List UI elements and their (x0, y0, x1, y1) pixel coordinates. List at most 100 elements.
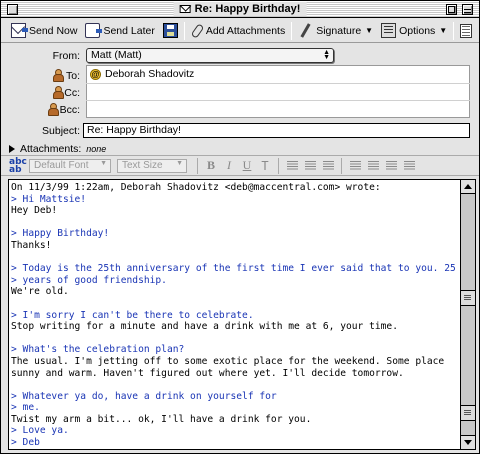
message-info-icon[interactable] (460, 23, 473, 38)
send-now-label: Send Now (29, 24, 78, 37)
person-icon (53, 86, 64, 99)
bold-button[interactable]: B (202, 158, 220, 174)
quoted-line: > What's the celebration plan? (11, 344, 185, 356)
person-icon (48, 103, 59, 116)
subject-label: Subject: (42, 125, 80, 137)
format-bar: abc ab Default Font ▼ Text Size ▼ B I U T (1, 155, 479, 176)
paperclip-icon (191, 23, 203, 38)
send-now-icon (11, 23, 28, 38)
quoted-line: > Deb (11, 437, 40, 449)
send-now-button[interactable]: Send Now (7, 21, 81, 41)
bullet-list-button[interactable] (364, 158, 382, 174)
options-menu[interactable]: Options ▼ (377, 21, 451, 41)
format-divider (341, 157, 342, 174)
body-line: sunny and warm. Haven't figured out wher… (11, 367, 404, 379)
updown-arrows-icon: ▲ ▼ (323, 49, 330, 61)
quoted-line: > Whatever ya do, have a drink on yourse… (11, 390, 277, 402)
disclosure-triangle-icon[interactable] (9, 145, 15, 153)
bullet-list-icon (367, 161, 379, 170)
quoted-line: > Today is the 25th anniversary of the f… (11, 263, 456, 275)
pen-icon (298, 23, 313, 38)
body-line: Thanks! (11, 239, 52, 251)
chevron-down-icon: ▼ (100, 159, 107, 167)
attachments-value: none (86, 144, 107, 154)
signature-menu[interactable]: Signature ▼ (294, 21, 377, 41)
align-center-button[interactable] (301, 158, 319, 174)
scroll-up-arrow-icon[interactable] (461, 180, 475, 194)
send-later-button[interactable]: Send Later (81, 21, 158, 41)
indent-button[interactable] (400, 158, 418, 174)
format-divider (278, 157, 279, 174)
body-line (11, 333, 460, 345)
title-bar[interactable]: Re: Happy Birthday! (1, 1, 479, 18)
chevron-down-icon: ▼ (439, 26, 448, 35)
to-value: Deborah Shadovitz (105, 68, 195, 80)
quoted-line: > Happy Birthday! (11, 228, 110, 240)
indent-icon (403, 161, 415, 170)
recipient-divider (86, 83, 470, 84)
signature-label: Signature (316, 24, 362, 37)
add-attachments-button[interactable]: Add Attachments (187, 21, 289, 41)
attachments-label: Attachments: (20, 143, 82, 155)
attachments-row[interactable]: Attachments: none (9, 143, 106, 155)
zoom-box[interactable] (446, 4, 457, 15)
italic-button[interactable]: I (220, 158, 238, 174)
at-sign-icon: @ (90, 68, 101, 80)
toolbar-divider (291, 21, 293, 40)
close-box[interactable] (7, 4, 18, 15)
compose-window: Re: Happy Birthday! Send Now Send Later … (0, 0, 480, 454)
message-body[interactable]: On 11/3/99 1:22am, Deborah Shadovitz <de… (8, 179, 461, 450)
align-center-icon (304, 161, 316, 170)
save-button[interactable] (159, 21, 182, 41)
send-later-icon (85, 23, 103, 38)
collapse-box[interactable] (462, 4, 473, 15)
quoted-line: > Love ya. (11, 425, 69, 437)
toolbar-divider (183, 21, 185, 40)
cc-label: Cc: (64, 87, 80, 99)
size-select[interactable]: Text Size ▼ (117, 158, 187, 173)
chevron-down-icon: ▼ (176, 159, 183, 167)
font-select[interactable]: Default Font ▼ (29, 158, 111, 173)
add-attachments-label: Add Attachments (205, 24, 286, 37)
outdent-button[interactable] (382, 158, 400, 174)
scroll-thumb[interactable] (461, 290, 475, 306)
spell-check-icon[interactable]: abc ab (9, 157, 29, 174)
save-disk-icon (162, 23, 178, 38)
numbered-list-icon (349, 161, 361, 170)
align-right-icon (322, 161, 334, 170)
font-value: Default Font (34, 160, 89, 171)
quoted-line: > Hi Mattsie! (11, 193, 87, 205)
align-left-button[interactable] (283, 158, 301, 174)
underline-button[interactable]: U (238, 158, 256, 174)
teletype-button[interactable]: T (256, 158, 274, 174)
size-value: Text Size (122, 160, 163, 171)
to-recipient[interactable]: @ Deborah Shadovitz (90, 68, 194, 80)
body-line: The usual. I'm jetting off to some exoti… (11, 355, 445, 367)
toolbar-divider (453, 21, 455, 40)
title-group: Re: Happy Birthday! (173, 2, 307, 16)
body-line: We're old. (11, 286, 69, 298)
subject-field[interactable]: Re: Happy Birthday! (83, 123, 470, 138)
outdent-icon (385, 161, 397, 170)
to-label: To: (65, 70, 80, 82)
align-left-icon (286, 161, 298, 170)
from-select[interactable]: Matt (Matt) ▲ ▼ (86, 48, 334, 63)
body-line (11, 298, 460, 310)
toolbar: Send Now Send Later Add Attachments Sign… (1, 19, 479, 43)
format-divider (197, 157, 198, 174)
align-right-button[interactable] (319, 158, 337, 174)
bcc-label: Bcc: (59, 104, 80, 116)
body-line: Hey Deb! (11, 205, 58, 217)
scroll-thumb-lower[interactable] (461, 405, 475, 421)
recipient-divider (86, 100, 470, 101)
quoted-line: > me. (11, 402, 40, 414)
vertical-scrollbar[interactable] (461, 179, 476, 450)
person-icon (53, 69, 64, 82)
numbered-list-button[interactable] (346, 158, 364, 174)
options-label: Options (399, 24, 436, 37)
quoted-line: > years of good friendship. (11, 274, 167, 286)
body-line: Twist my arm a bit... ok, I'll have a dr… (11, 413, 312, 425)
from-value: Matt (Matt) (91, 49, 142, 61)
envelope-icon (179, 5, 191, 13)
scroll-down-arrow-icon[interactable] (461, 435, 475, 449)
